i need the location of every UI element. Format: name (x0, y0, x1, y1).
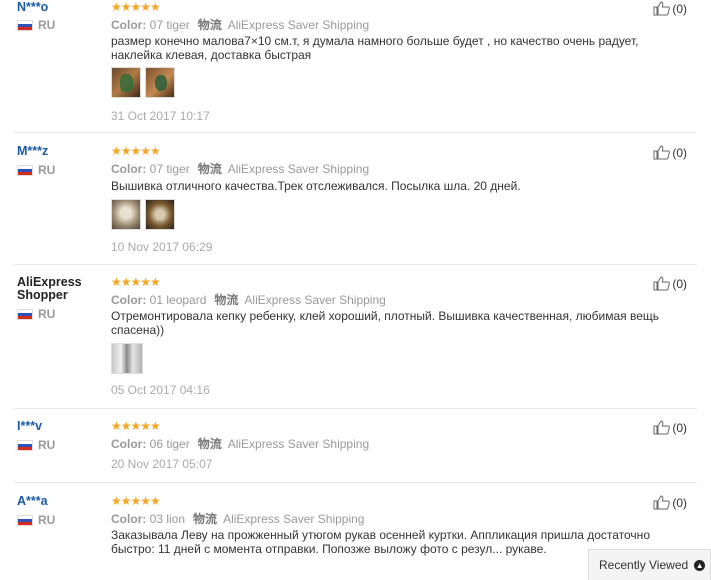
rating-stars: ★★★★★ (111, 275, 161, 289)
reviewer-country: RU (17, 513, 55, 527)
thumbs-up-icon (653, 145, 671, 160)
reviewer-country: RU (17, 163, 55, 177)
shipping-icon: 物流 (197, 18, 222, 32)
color-label: Color: (111, 512, 147, 526)
reviewer-name[interactable]: A***a (17, 495, 48, 508)
divider (14, 264, 697, 265)
rating-stars: ★★★★★ (111, 419, 161, 433)
russia-flag-icon (17, 514, 33, 526)
rating-stars: ★★★★★ (111, 0, 161, 14)
review-photo[interactable] (111, 199, 141, 230)
color-label: Color: (111, 18, 147, 32)
shipping-icon: 物流 (193, 512, 218, 526)
country-code: RU (38, 18, 56, 32)
color-value: 07 tiger (149, 162, 190, 176)
review-date: 10 Nov 2017 06:29 (111, 240, 213, 254)
review-date: 20 Nov 2017 05:07 (111, 457, 213, 471)
chevron-up-icon: ▲ (694, 559, 706, 571)
reviewer-name[interactable]: N***o (17, 1, 48, 14)
russia-flag-icon (17, 439, 33, 451)
review-text: Отремонтировала кепку ребенку, клей хоро… (111, 309, 660, 337)
helpful-button[interactable]: (0) (653, 145, 687, 160)
color-label: Color: (111, 293, 147, 307)
review-text: Вышивка отличного качества.Трек отслежив… (111, 179, 521, 193)
shipping-icon: 物流 (197, 162, 222, 176)
review-date: 31 Oct 2017 10:17 (111, 109, 210, 123)
review-photo[interactable] (111, 343, 143, 374)
russia-flag-icon (17, 19, 33, 31)
helpful-count: (0) (672, 1, 687, 16)
thumbs-up-icon (653, 495, 671, 510)
shipping-icon: 物流 (197, 437, 222, 451)
shipping-method: AliExpress Saver Shipping (223, 512, 365, 526)
thumbs-up-icon (653, 420, 671, 435)
country-code: RU (38, 307, 56, 321)
shipping-icon: 物流 (214, 293, 239, 307)
color-value: 07 tiger (149, 18, 190, 32)
order-info: Color: 07 tiger 物流 AliExpress Saver Shippi… (111, 16, 369, 33)
review-photo[interactable] (145, 199, 175, 230)
review-photos (111, 67, 175, 98)
reviewer-country: RU (17, 438, 55, 452)
country-code: RU (38, 163, 56, 177)
helpful-button[interactable]: (0) (653, 420, 687, 435)
helpful-button[interactable]: (0) (653, 495, 687, 510)
order-info: Color: 06 tiger 物流 AliExpress Saver Shippi… (111, 435, 369, 452)
review-photos (111, 199, 175, 230)
reviewer-country: RU (17, 307, 55, 321)
review-photo[interactable] (145, 67, 175, 98)
rating-stars: ★★★★★ (111, 144, 161, 158)
country-code: RU (38, 513, 56, 527)
helpful-button[interactable]: (0) (653, 276, 687, 291)
reviewer-name[interactable]: I***v (17, 420, 42, 433)
thumbs-up-icon (653, 276, 671, 291)
divider (14, 408, 697, 409)
russia-flag-icon (17, 308, 33, 320)
color-label: Color: (111, 437, 147, 451)
color-label: Color: (111, 162, 147, 176)
helpful-count: (0) (672, 145, 687, 160)
order-info: Color: 03 lion 物流 AliExpress Saver Shippin… (111, 510, 364, 527)
recently-viewed-tab[interactable]: Recently Viewed ▲ (588, 549, 711, 580)
review-photos (111, 343, 143, 374)
rating-stars: ★★★★★ (111, 494, 161, 508)
recently-viewed-label: Recently Viewed (599, 558, 689, 572)
helpful-button[interactable]: (0) (653, 1, 687, 16)
thumbs-up-icon (653, 1, 671, 16)
review-text: Заказывала Леву на прожженный утюгом рук… (111, 528, 650, 556)
order-info: Color: 07 tiger 物流 AliExpress Saver Shippi… (111, 160, 369, 177)
shipping-method: AliExpress Saver Shipping (244, 293, 386, 307)
review-date: 05 Oct 2017 04:16 (111, 383, 210, 397)
helpful-count: (0) (672, 276, 687, 291)
color-value: 03 lion (149, 512, 186, 526)
color-value: 06 tiger (149, 437, 190, 451)
color-value: 01 leopard (149, 293, 207, 307)
divider (14, 482, 697, 483)
shipping-method: AliExpress Saver Shipping (227, 437, 370, 451)
order-info: Color: 01 leopard 物流 AliExpress Saver Ship… (111, 291, 386, 308)
reviewer-country: RU (17, 18, 55, 32)
shipping-method: AliExpress Saver Shipping (227, 18, 370, 32)
country-code: RU (38, 438, 56, 452)
shipping-method: AliExpress Saver Shipping (227, 162, 370, 176)
review-photo[interactable] (111, 67, 141, 98)
helpful-count: (0) (672, 495, 687, 510)
divider (14, 132, 697, 133)
reviewer-name[interactable]: AliExpress Shopper (17, 276, 97, 302)
reviewer-name[interactable]: M***z (17, 145, 48, 158)
review-text: размер конечно малова7×10 см.т, я думала… (111, 34, 639, 62)
helpful-count: (0) (672, 420, 687, 435)
russia-flag-icon (17, 164, 33, 176)
